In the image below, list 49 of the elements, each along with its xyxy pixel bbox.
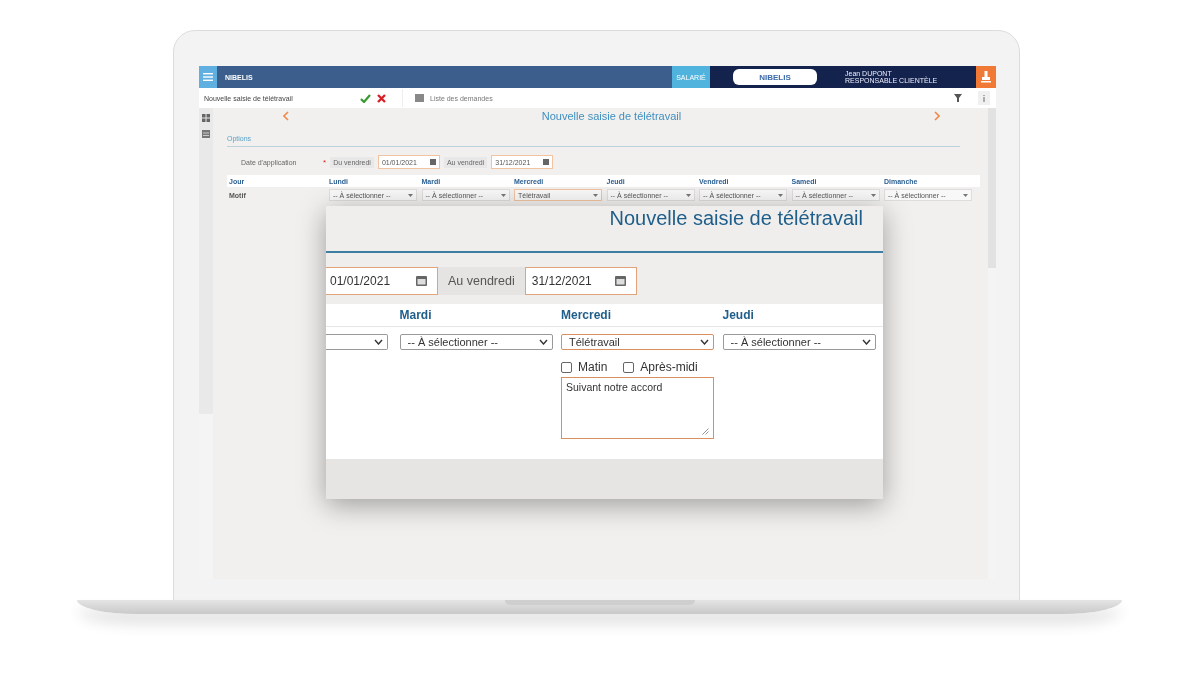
resize-grip-icon — [702, 428, 709, 435]
calendar-icon — [416, 276, 427, 286]
caret-icon — [538, 339, 548, 345]
calendar-icon — [614, 276, 626, 286]
caret-icon — [374, 339, 383, 345]
check-icon[interactable] — [360, 93, 371, 103]
info-button[interactable] — [978, 91, 990, 105]
required-mark: * — [323, 157, 327, 167]
center-logo: NIBELIS — [733, 69, 817, 85]
caret-icon — [700, 339, 709, 345]
caret-icon — [870, 193, 876, 197]
page-title: Nouvelle saisie de télétravail — [608, 206, 864, 231]
caret-icon — [778, 193, 783, 197]
select-field[interactable]: -- À sélectionner -- — [399, 334, 553, 350]
checkbox[interactable] — [623, 361, 635, 373]
select-field[interactable] — [326, 334, 388, 350]
caret-icon — [861, 339, 871, 345]
chevron-left-icon[interactable] — [283, 111, 289, 121]
caret-icon — [963, 193, 968, 197]
menu-icon — [203, 73, 213, 81]
page-title: Nouvelle saisie de télétravail — [540, 110, 683, 122]
close-icon[interactable] — [377, 93, 386, 103]
stamp-icon — [981, 71, 991, 83]
caret-icon — [500, 193, 506, 197]
date-field[interactable]: 01/01/2021 — [326, 267, 438, 295]
date-field[interactable]: 31/12/2021 — [524, 267, 637, 295]
user-button[interactable] — [976, 66, 996, 88]
select-field[interactable]: -- À sélectionner -- — [722, 334, 876, 350]
caret-icon — [408, 193, 413, 197]
comment-field[interactable]: Suivant notre accord — [561, 377, 714, 439]
filter-icon[interactable] — [954, 94, 962, 102]
chevron-right-icon[interactable] — [934, 111, 940, 121]
calendar-icon — [543, 159, 550, 165]
column-header: Jeudi — [721, 308, 755, 322]
column-header: Mardi — [398, 308, 433, 322]
list-icon — [415, 94, 424, 102]
column-header: Mercredi — [560, 308, 613, 322]
checkbox[interactable] — [561, 361, 572, 373]
table-icon[interactable] — [202, 130, 210, 138]
caret-icon — [593, 193, 598, 197]
calendar-icon — [429, 159, 436, 165]
menu-button[interactable] — [199, 66, 217, 88]
scrollbar[interactable] — [988, 108, 996, 268]
grid-icon[interactable] — [202, 114, 210, 122]
checkbox-label: Matin — [578, 360, 608, 374]
checkbox-label: Après-midi — [640, 360, 698, 374]
select-field[interactable]: Télétravail — [561, 334, 714, 350]
field-label: Au vendredi — [438, 267, 525, 295]
caret-icon — [685, 193, 691, 197]
